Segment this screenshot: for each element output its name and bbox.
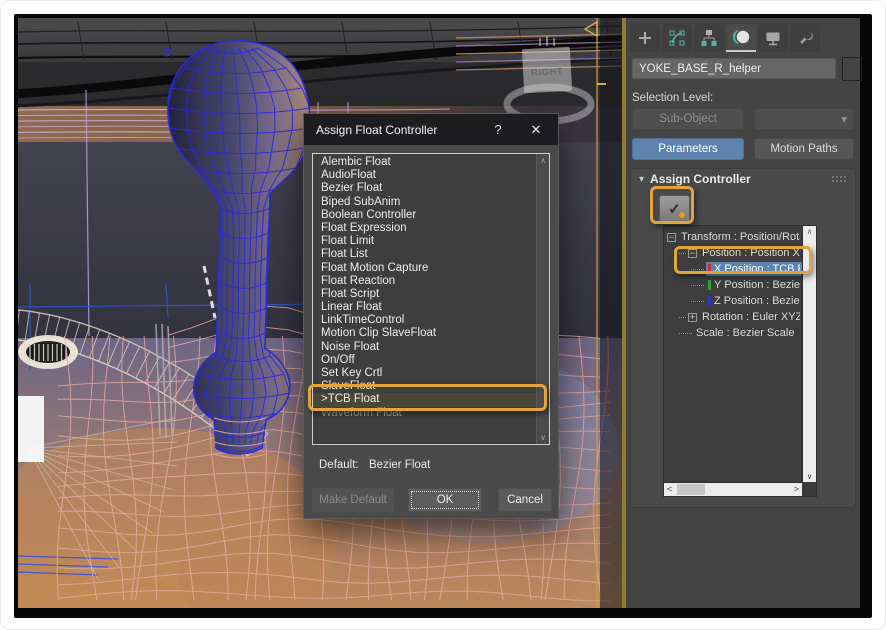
dialog-title: Assign Float Controller: [316, 123, 437, 137]
close-button[interactable]: ✕: [526, 122, 546, 138]
wrench-icon: [796, 29, 814, 47]
tree-item[interactable]: Z Position : Bezier Float: [664, 293, 802, 309]
scroll-right-icon[interactable]: >: [794, 484, 799, 494]
tab-display[interactable]: [758, 24, 788, 52]
list-item[interactable]: On/Off: [313, 354, 536, 367]
selection-level-dropdown[interactable]: ▾: [754, 108, 854, 130]
command-panel-tabs: [630, 24, 820, 52]
tree-item[interactable]: X Position : TCB Float: [664, 261, 802, 277]
tree-item[interactable]: Scale : Bezier Scale: [664, 325, 802, 341]
controller-tree-rows: −Transform : Position/Rotation/Scale−Pos…: [664, 226, 802, 482]
rollout-header[interactable]: ▾ Assign Controller: [631, 169, 855, 189]
tree-item[interactable]: + Rotation : Euler XYZ: [664, 309, 802, 325]
command-panel: Selection Level: Sub-Object ▾ Parameters…: [626, 18, 860, 608]
list-item[interactable]: Float List: [313, 248, 536, 261]
tree-item[interactable]: Y Position : Bezier Float: [664, 277, 802, 293]
object-color-swatch[interactable]: [842, 57, 862, 81]
plus-icon: [636, 29, 654, 47]
tree-item-label: Rotation : Euler XYZ: [702, 311, 800, 323]
list-item[interactable]: Float Script: [313, 288, 536, 301]
motion-icon: [731, 28, 751, 46]
scroll-left-icon[interactable]: <: [667, 484, 672, 494]
rollout-collapse-arrow[interactable]: ▾: [639, 174, 644, 185]
tree-item-label: Scale : Bezier Scale: [696, 327, 794, 339]
list-item[interactable]: Float Expression: [313, 222, 536, 235]
chevron-down-icon: ▾: [841, 112, 847, 126]
tree-hscrollbar[interactable]: < >: [664, 482, 802, 496]
minus-expander-icon[interactable]: −: [688, 249, 697, 258]
scrollbar-corner: [802, 482, 816, 496]
tab-modify[interactable]: [662, 24, 692, 52]
tree-item-label: Y Position : Bezier Float: [714, 279, 800, 291]
cancel-button[interactable]: Cancel: [498, 488, 552, 512]
default-label: Default:: [319, 459, 369, 471]
axis-color-marker: [708, 280, 711, 290]
list-item[interactable]: Set Key Crtl: [313, 367, 536, 380]
motion-paths-button[interactable]: Motion Paths: [754, 138, 854, 160]
controller-list: Alembic FloatAudioFloatBezier FloatBiped…: [312, 153, 550, 445]
tree-item-label: X Position : TCB Float: [714, 263, 800, 275]
tree-item-label: Z Position : Bezier Float: [714, 295, 800, 307]
assign-controller-rollout: ▾ Assign Controller ✓ −Transform : Posit…: [630, 168, 856, 508]
list-item[interactable]: Linear Float: [313, 301, 536, 314]
list-item[interactable]: Bezier Float: [313, 182, 536, 195]
list-item[interactable]: Motion Clip SlaveFloat: [313, 327, 536, 340]
help-button[interactable]: ?: [488, 122, 508, 137]
ok-button[interactable]: OK: [408, 488, 482, 512]
gizmo-label: RIGHT: [531, 66, 564, 79]
plus-expander-icon[interactable]: +: [688, 313, 697, 322]
tab-utilities[interactable]: [790, 24, 820, 52]
list-item[interactable]: Float Motion Capture: [313, 262, 536, 275]
tree-item[interactable]: −Transform : Position/Rotation/Scale: [664, 229, 802, 245]
controller-list-items: Alembic FloatAudioFloatBezier FloatBiped…: [313, 156, 536, 420]
default-value: Bezier Float: [369, 459, 430, 471]
list-item[interactable]: Float Reaction: [313, 275, 536, 288]
selection-level-label: Selection Level:: [632, 92, 713, 104]
tab-create[interactable]: [630, 24, 660, 52]
rollout-title: Assign Controller: [650, 172, 751, 186]
make-default-button[interactable]: Make Default: [312, 488, 394, 512]
parameters-button[interactable]: Parameters: [632, 138, 744, 160]
default-row: Default: Bezier Float: [319, 459, 430, 471]
scroll-down-icon[interactable]: ∨: [803, 472, 816, 481]
list-item[interactable]: SlaveFloat: [313, 380, 536, 393]
list-item[interactable]: Noise Float: [313, 341, 536, 354]
object-name-field[interactable]: [632, 58, 836, 79]
list-item[interactable]: >TCB Float: [313, 393, 536, 406]
orange-dot-icon: [679, 212, 685, 218]
list-item[interactable]: Waveform Float: [313, 407, 536, 420]
sub-object-button[interactable]: Sub-Object: [632, 108, 744, 130]
assign-float-controller-dialog: Assign Float Controller ? ✕ Alembic Floa…: [303, 113, 559, 519]
list-item[interactable]: Float Limit: [313, 235, 536, 248]
controller-tree: −Transform : Position/Rotation/Scale−Pos…: [663, 225, 817, 497]
tree-item[interactable]: −Position : Position XYZ: [664, 245, 802, 261]
list-vscrollbar[interactable]: ∧ ∨: [536, 154, 549, 444]
tab-hierarchy[interactable]: [694, 24, 724, 52]
dialog-titlebar[interactable]: Assign Float Controller ? ✕: [304, 114, 558, 145]
hscroll-thumb[interactable]: [677, 484, 705, 495]
scroll-up-icon[interactable]: ∧: [537, 156, 549, 165]
screenshot-card: RIGHT: [0, 0, 886, 630]
modify-icon: [668, 29, 686, 47]
axis-color-marker: [708, 264, 711, 274]
minus-expander-icon[interactable]: −: [667, 233, 676, 242]
tree-vscrollbar[interactable]: ∧ ∨: [802, 226, 816, 482]
list-item[interactable]: Boolean Controller: [313, 209, 536, 222]
list-item[interactable]: LinkTimeControl: [313, 314, 536, 327]
axis-color-marker: [708, 296, 711, 306]
rollout-grip-icon[interactable]: [831, 175, 847, 184]
tree-item-label: Position : Position XYZ: [702, 247, 800, 259]
scroll-down-icon[interactable]: ∨: [537, 433, 549, 442]
list-item[interactable]: Alembic Float: [313, 156, 536, 169]
list-item[interactable]: Biped SubAnim: [313, 196, 536, 209]
tab-motion[interactable]: [726, 24, 756, 52]
display-icon: [764, 29, 782, 47]
assign-controller-button[interactable]: ✓: [659, 195, 690, 223]
white-panel-object: [18, 396, 44, 462]
scroll-up-icon[interactable]: ∧: [803, 227, 816, 236]
tree-item-label: Transform : Position/Rotation/Scale: [681, 231, 800, 243]
list-item[interactable]: AudioFloat: [313, 169, 536, 182]
hierarchy-icon: [700, 29, 718, 47]
